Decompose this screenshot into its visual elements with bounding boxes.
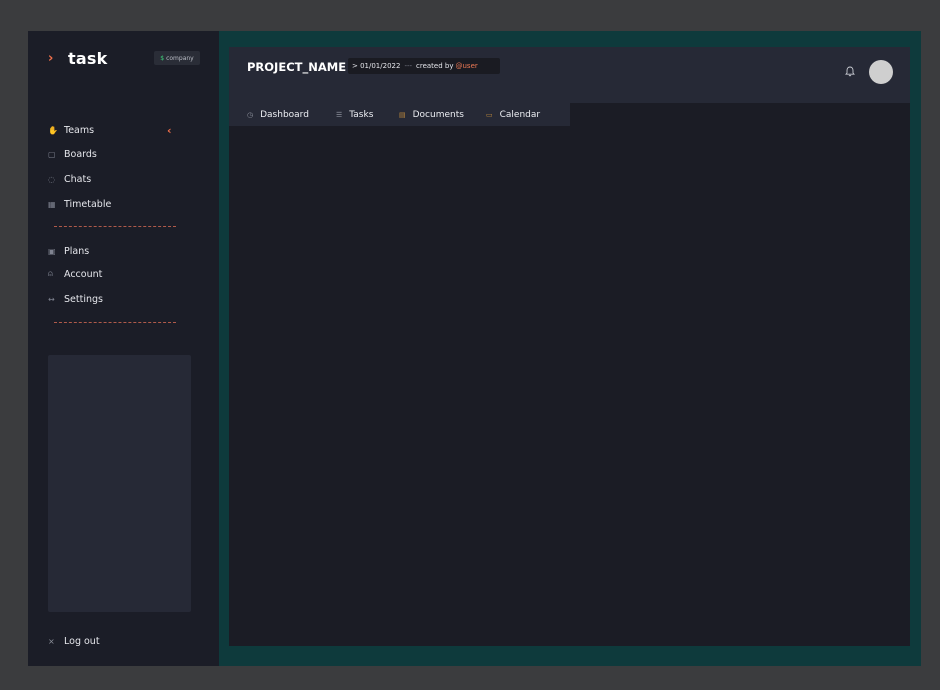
sidebar: › task $ company ✋ Teams ▢ Boards ◌ Chat… [28, 31, 219, 666]
company-label: company [166, 54, 194, 62]
avatar[interactable] [869, 60, 893, 84]
tab-bar: ◷ Dashboard ☰ Tasks ▤ Documents ▭ Calend… [229, 103, 570, 126]
tab-label: Documents [412, 109, 464, 120]
tab-label: Dashboard [260, 109, 309, 120]
tab-documents[interactable]: ▤ Documents [399, 103, 464, 126]
sidebar-item-label: Plans [64, 245, 90, 257]
sidebar-item-label: Account [64, 268, 103, 280]
project-date: > 01/01/2022 [352, 62, 401, 70]
board-icon: ▢ [48, 149, 56, 159]
logout-button[interactable]: × Log out [48, 633, 100, 649]
collapse-chevron-icon[interactable]: ‹ [167, 124, 172, 137]
sidebar-panel [48, 355, 191, 612]
sidebar-divider [54, 226, 176, 227]
meta-separator: --- [404, 62, 413, 70]
sidebar-item-plans[interactable]: ▣ Plans [48, 243, 188, 259]
sidebar-item-chats[interactable]: ◌ Chats [48, 171, 188, 187]
sidebar-divider [54, 322, 176, 323]
calendar-icon: ▭ [486, 110, 493, 119]
sidebar-item-label: Boards [64, 148, 97, 160]
bell-icon[interactable] [844, 65, 856, 77]
created-by-label: created by [416, 62, 454, 70]
dollar-icon: $ [160, 54, 165, 62]
sidebar-item-boards[interactable]: ▢ Boards [48, 146, 188, 162]
company-badge[interactable]: $ company [154, 51, 200, 65]
sidebar-item-timetable[interactable]: ▦ Timetable [48, 196, 188, 212]
project-meta: > 01/01/2022 --- created by @user [348, 58, 500, 74]
sidebar-item-account[interactable]: ⍝ Account [48, 266, 188, 282]
creator-user-link[interactable]: @user [456, 62, 478, 70]
logout-label: Log out [64, 635, 100, 647]
tab-dashboard[interactable]: ◷ Dashboard [247, 103, 309, 126]
sidebar-item-label: Settings [64, 293, 103, 305]
bag-icon: ▣ [48, 246, 56, 256]
page-title: PROJECT_NAME [247, 60, 347, 74]
tab-label: Calendar [499, 109, 541, 120]
chat-icon: ◌ [48, 174, 55, 184]
topbar: PROJECT_NAME > 01/01/2022 --- created by… [229, 47, 910, 103]
sidebar-item-label: Timetable [64, 198, 112, 210]
user-icon: ⍝ [48, 269, 53, 278]
app-frame: › task $ company ✋ Teams ▢ Boards ◌ Chat… [28, 31, 921, 666]
tab-tasks[interactable]: ☰ Tasks [336, 103, 373, 126]
grid-icon: ▦ [48, 199, 56, 209]
clock-icon: ◷ [247, 110, 254, 119]
close-icon: × [48, 636, 55, 646]
document-icon: ▤ [399, 110, 406, 119]
sidebar-item-label: Chats [64, 173, 92, 185]
brand-name: task [68, 49, 108, 68]
main-content: PROJECT_NAME > 01/01/2022 --- created by… [229, 47, 910, 646]
brand-chevron-icon: › [48, 51, 54, 66]
sidebar-item-label: Teams [64, 124, 95, 136]
hand-icon: ✋ [48, 125, 58, 135]
list-icon: ☰ [336, 110, 343, 119]
tab-label: Tasks [349, 109, 374, 120]
tab-calendar[interactable]: ▭ Calendar [486, 103, 540, 126]
settings-icon: ↔ [48, 294, 55, 304]
sidebar-item-settings[interactable]: ↔ Settings [48, 291, 188, 307]
brand[interactable]: › task [48, 49, 107, 68]
